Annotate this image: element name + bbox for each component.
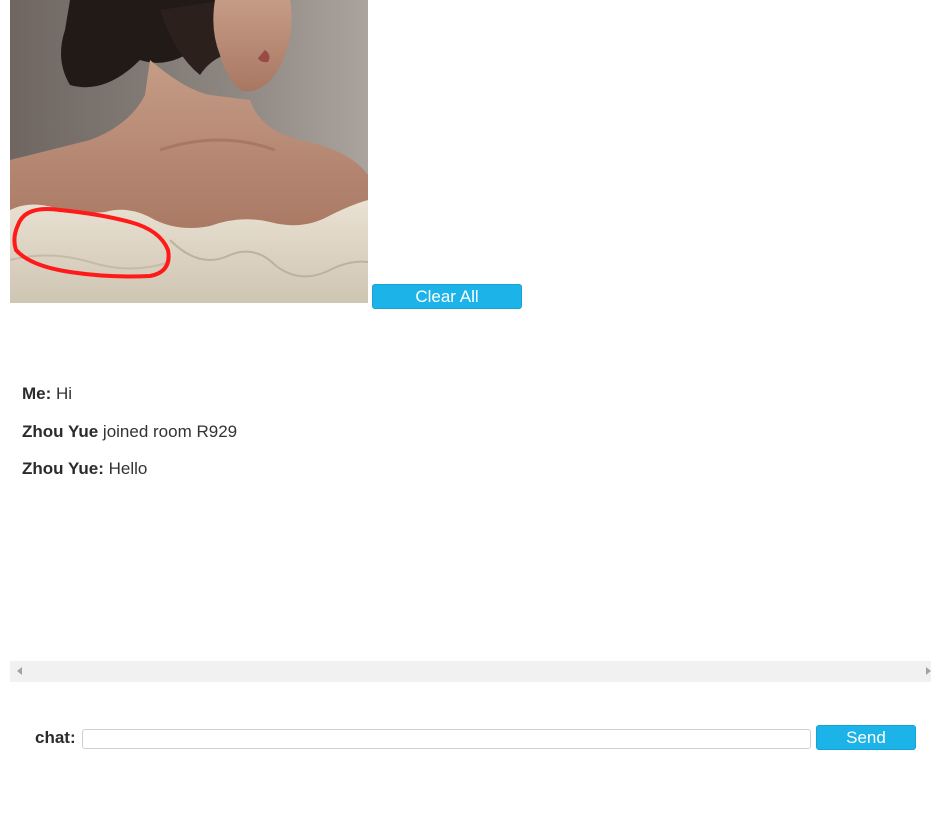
- horizontal-scrollbar[interactable]: [10, 661, 931, 682]
- message-sender: Zhou Yue:: [22, 459, 104, 478]
- message-list: Me: Hi Zhou Yue joined room R929 Zhou Yu…: [22, 383, 902, 496]
- portrait-photo: [10, 0, 368, 303]
- send-button[interactable]: Send: [816, 725, 916, 750]
- message-sender: Me:: [22, 384, 52, 403]
- message-item: Me: Hi: [22, 383, 902, 421]
- message-text: joined room R929: [98, 421, 238, 441]
- chat-input[interactable]: [82, 729, 811, 749]
- chat-app: Clear All Me: Hi Zhou Yue joined room R9…: [0, 0, 931, 822]
- annotated-photo-canvas[interactable]: [10, 0, 368, 303]
- chat-label: chat:: [35, 728, 76, 747]
- message-sender: Zhou Yue: [22, 421, 99, 441]
- message-text: Hello: [103, 459, 148, 478]
- message-item: Zhou Yue: Hello: [22, 458, 902, 496]
- message-item: Zhou Yue joined room R929: [22, 421, 902, 459]
- scroll-right-arrow-icon[interactable]: [926, 667, 931, 675]
- message-text: Hi: [51, 384, 73, 403]
- scroll-left-arrow-icon[interactable]: [17, 667, 22, 675]
- clear-all-button[interactable]: Clear All: [372, 284, 522, 309]
